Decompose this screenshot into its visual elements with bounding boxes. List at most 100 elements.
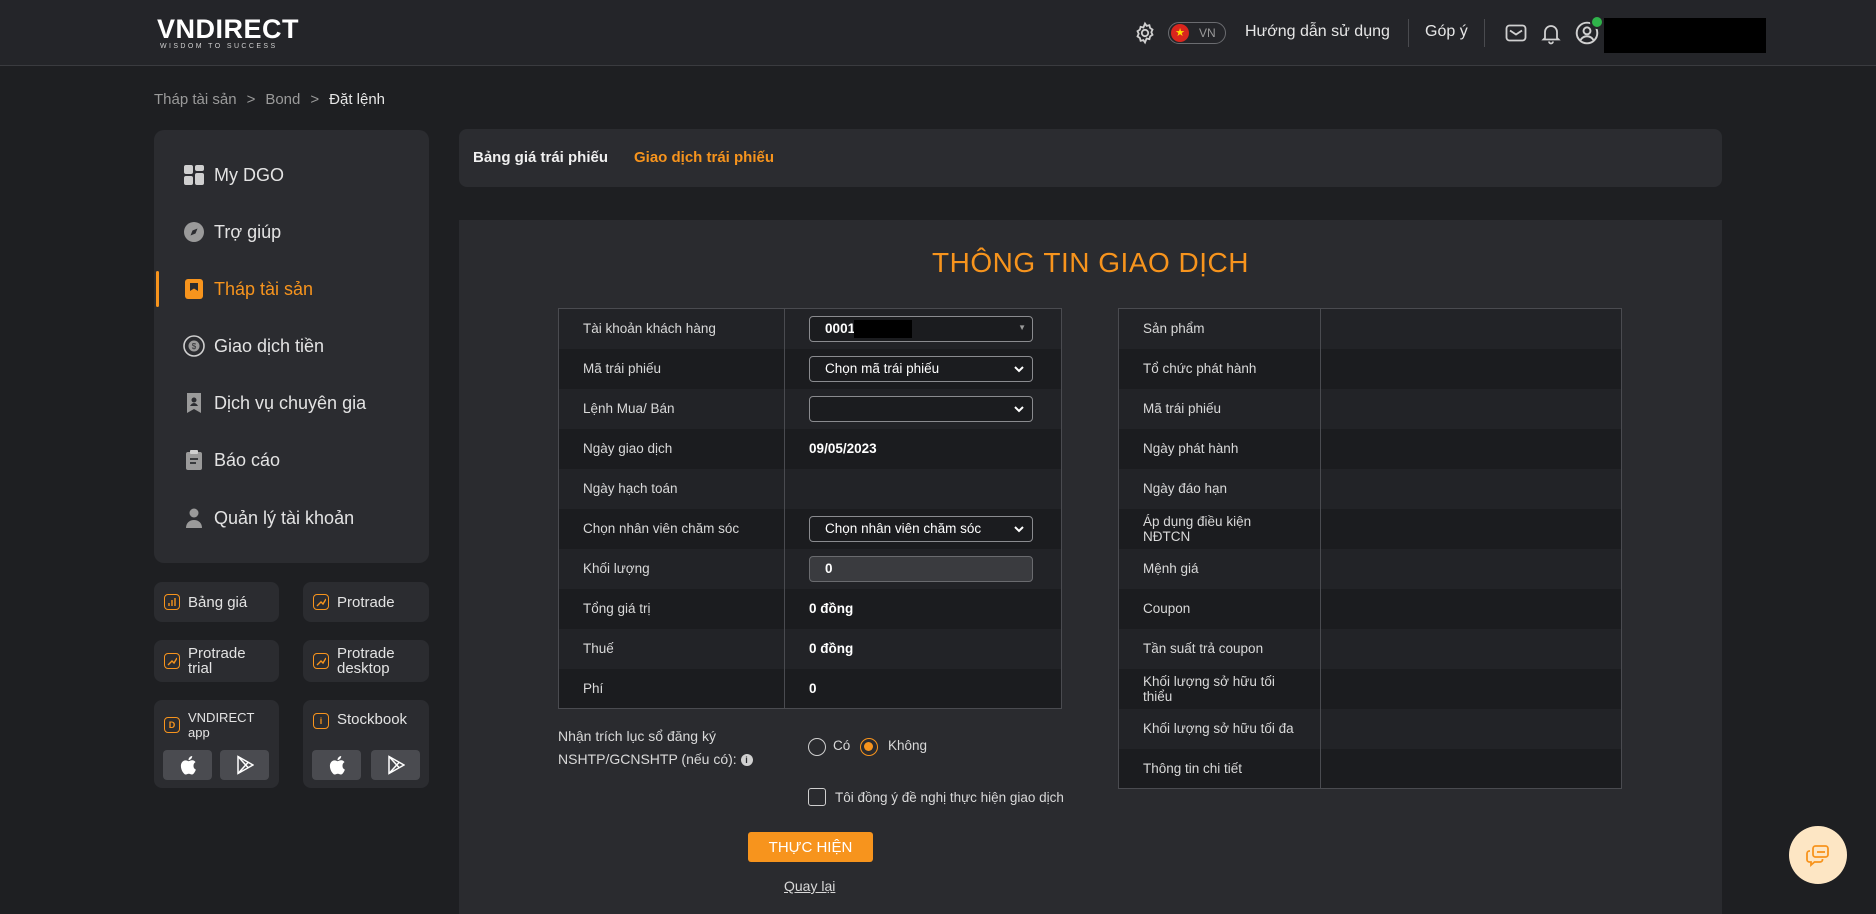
chat-bubbles-icon <box>1806 845 1829 867</box>
radio-no[interactable] <box>860 738 878 756</box>
radio-yes-label: Có <box>833 738 851 753</box>
tile-protrade[interactable]: Protrade <box>303 582 429 622</box>
sidebar-item-label: Trợ giúp <box>214 221 282 242</box>
user-name-redacted[interactable] <box>1604 18 1766 53</box>
table-row: Lệnh Mua/ Bán <box>557 388 1062 429</box>
row-value <box>1319 588 1622 629</box>
row-label: Thuế <box>557 628 785 669</box>
account-number: 0001 <box>825 321 856 337</box>
d-logo-icon: D <box>164 717 180 733</box>
clipboard-icon <box>182 448 206 472</box>
quantity-input[interactable]: 0 <box>809 555 1034 582</box>
agree-checkbox[interactable] <box>808 788 826 806</box>
badge-icon <box>182 391 206 415</box>
google-play-icon[interactable] <box>371 750 420 780</box>
buy-sell-select[interactable] <box>809 395 1034 422</box>
info-book-icon: i <box>313 713 329 729</box>
submit-button[interactable]: THỰC HIỆN <box>748 832 873 862</box>
tile-vndirect-app[interactable]: D VNDIRECT app <box>154 700 279 788</box>
mail-icon[interactable] <box>1503 20 1529 46</box>
account-select[interactable]: 0001 ▼ <box>809 315 1034 342</box>
chat-support-button[interactable] <box>1789 826 1847 884</box>
row-label: Tần suất trả coupon <box>1118 628 1321 669</box>
row-value <box>784 388 1062 429</box>
breadcrumb: Tháp tài sản > Bond > Đặt lệnh <box>154 91 385 108</box>
sidebar-item-label: Dịch vụ chuyên gia <box>214 392 367 413</box>
sidebar-item-money-transaction[interactable]: $ Giao dịch tiền <box>154 324 429 368</box>
gear-icon[interactable] <box>1132 20 1158 46</box>
row-label: Sản phẩm <box>1118 308 1321 349</box>
tile-stockbook[interactable]: i Stockbook <box>303 700 429 788</box>
table-row: Tài khoản khách hàng 0001 ▼ <box>557 308 1062 349</box>
back-link[interactable]: Quay lại <box>784 878 835 894</box>
row-label: Tổng giá trị <box>557 588 785 629</box>
tab-bond-price-board[interactable]: Bảng giá trái phiếu <box>473 149 608 166</box>
chevron-down-icon <box>1014 405 1024 412</box>
sidebar-item-account-management[interactable]: Quản lý tài khoản <box>154 496 429 540</box>
apple-store-icon[interactable] <box>163 750 212 780</box>
row-label: Coupon <box>1118 588 1321 629</box>
radio-yes[interactable] <box>808 738 826 756</box>
row-label: Tổ chức phát hành <box>1118 348 1321 389</box>
row-label: Lệnh Mua/ Bán <box>557 388 785 429</box>
care-staff-select[interactable]: Chọn nhân viên chăm sóc <box>809 515 1034 542</box>
sidebar-item-my-dgo[interactable]: My DGO <box>154 153 429 197</box>
row-value <box>1319 508 1622 549</box>
person-icon <box>182 506 206 530</box>
total-value: 0 đồng <box>784 588 1062 629</box>
sidebar-item-asset-tower[interactable]: Tháp tài sản <box>154 267 429 311</box>
logo-text: VNDIRECT <box>157 14 300 44</box>
row-label: Chọn nhân viên chăm sóc <box>557 508 785 549</box>
trade-date-value: 09/05/2023 <box>784 428 1062 469</box>
row-label: Mã trái phiếu <box>1118 388 1321 429</box>
fee-value: 0 <box>784 668 1062 709</box>
row-value <box>1319 348 1622 389</box>
row-label: Phí <box>557 668 785 709</box>
settlement-date-value <box>784 468 1062 509</box>
caret-icon: ▼ <box>1018 322 1027 332</box>
tile-price-board[interactable]: Bảng giá <box>154 582 279 622</box>
sidebar-item-help[interactable]: Trợ giúp <box>154 210 429 254</box>
table-row: Thông tin chi tiết <box>1118 748 1622 789</box>
table-row: Khối lượng 0 <box>557 548 1062 589</box>
row-label: Mệnh giá <box>1118 548 1321 589</box>
row-value <box>1319 748 1622 789</box>
tab-bond-trading[interactable]: Giao dịch trái phiếu <box>634 149 774 166</box>
info-icon[interactable]: i <box>740 754 753 767</box>
bell-icon[interactable] <box>1538 20 1564 46</box>
sidebar: My DGO Trợ giúp Tháp tài sản $ Giao dịch… <box>154 130 429 563</box>
transaction-form-table: Tài khoản khách hàng 0001 ▼ Mã trái phiế… <box>557 308 1062 709</box>
sidebar-item-label: Giao dịch tiền <box>214 335 325 356</box>
extract-option-label: Nhận trích lục sổ đăng ký NSHTP/GCNSHTP … <box>558 725 753 771</box>
row-value: 0 <box>784 548 1062 589</box>
radio-no-label: Không <box>888 738 928 753</box>
table-row: Mệnh giá <box>1118 548 1622 589</box>
row-value <box>1319 628 1622 669</box>
vndirect-logo[interactable]: VNDIRECT WISDOM TO SUCCESS <box>157 14 299 50</box>
row-value <box>1319 388 1622 429</box>
feedback-link[interactable]: Góp ý <box>1425 23 1468 41</box>
bookmark-icon <box>182 277 206 301</box>
table-row: Chọn nhân viên chăm sóc Chọn nhân viên c… <box>557 508 1062 549</box>
trend-icon <box>313 653 329 669</box>
row-label: Tài khoản khách hàng <box>557 308 785 349</box>
bond-code-select[interactable]: Chọn mã trái phiếu <box>809 355 1034 382</box>
language-switcher[interactable]: ★ VN <box>1168 22 1226 44</box>
sidebar-item-report[interactable]: Báo cáo <box>154 438 429 482</box>
table-row: Mã trái phiếu <box>1118 388 1622 429</box>
table-row: Phí 0 <box>557 668 1062 709</box>
tile-label: VNDIRECT app <box>188 710 255 740</box>
tile-protrade-trial[interactable]: Protrade trial <box>154 640 279 682</box>
breadcrumb-item[interactable]: Bond <box>265 91 300 108</box>
sidebar-item-expert-service[interactable]: Dịch vụ chuyên gia <box>154 381 429 425</box>
table-row: Sản phẩm <box>1118 308 1622 349</box>
tile-protrade-desktop[interactable]: Protrade desktop <box>303 640 429 682</box>
sidebar-item-label: Quản lý tài khoản <box>214 507 355 528</box>
language-code: VN <box>1199 26 1216 40</box>
extract-label-line2: NSHTP/GCNSHTP (nếu có): i <box>558 748 753 771</box>
user-guide-link[interactable]: Hướng dẫn sử dụng <box>1245 23 1390 41</box>
apple-store-icon[interactable] <box>312 750 361 780</box>
divider <box>1484 19 1485 47</box>
google-play-icon[interactable] <box>220 750 269 780</box>
breadcrumb-item[interactable]: Tháp tài sản <box>154 91 237 108</box>
